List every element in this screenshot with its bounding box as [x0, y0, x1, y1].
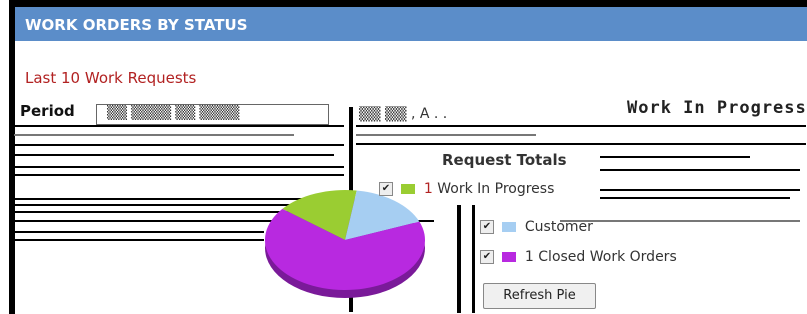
- render-artifact: [600, 156, 750, 158]
- divider-bar: [349, 107, 353, 312]
- window-frame-left: [9, 0, 15, 314]
- divider-bar: [457, 205, 461, 313]
- legend-item-customer[interactable]: ✔ Customer: [480, 219, 593, 235]
- render-artifact: [14, 204, 354, 206]
- render-artifact: [14, 125, 344, 127]
- render-artifact: [14, 174, 344, 176]
- checkbox-closed-work-orders[interactable]: ✔: [480, 250, 494, 264]
- render-artifact: [14, 220, 434, 222]
- render-artifact: [356, 125, 806, 127]
- period-select-value: ▒▒ ▒▒▒▒ ▒▒ ▒▒▒▒: [107, 106, 240, 121]
- render-artifact: [600, 197, 790, 199]
- legend-label: Customer: [524, 219, 593, 235]
- recent-requests-link[interactable]: Last 10 Work Requests: [25, 69, 196, 87]
- render-artifact: [560, 220, 800, 222]
- panel-title: WORK ORDERS BY STATUS: [25, 16, 248, 34]
- legend-swatch: [401, 184, 416, 194]
- status-chart-title: Work In Progress: [627, 98, 807, 118]
- legend-item-closed-work-orders[interactable]: ✔ 1 Closed Work Orders: [480, 249, 677, 265]
- status-filter-select[interactable]: ▒▒ ▒▒ , A . .: [359, 106, 499, 126]
- render-artifact: [14, 211, 354, 213]
- panel-header: WORK ORDERS BY STATUS: [15, 7, 807, 41]
- legend-swatch: [502, 222, 517, 232]
- legend-label: Closed Work Orders: [538, 249, 677, 265]
- period-label: Period: [20, 102, 75, 120]
- render-artifact: [14, 166, 344, 168]
- render-artifact: [14, 198, 354, 200]
- legend-swatch: [502, 252, 517, 262]
- render-artifact: [14, 134, 294, 136]
- render-artifact: [14, 144, 344, 146]
- render-artifact: [14, 239, 264, 241]
- legend-label: Work In Progress: [437, 181, 555, 197]
- render-artifact: [356, 143, 806, 145]
- pie-depth: [265, 198, 425, 298]
- render-artifact: [600, 189, 800, 191]
- divider-bar: [472, 205, 475, 313]
- refresh-pie-button[interactable]: Refresh Pie: [483, 283, 596, 309]
- period-select[interactable]: ▒▒ ▒▒▒▒ ▒▒ ▒▒▒▒: [96, 104, 329, 125]
- checkbox-customer[interactable]: ✔: [480, 220, 494, 234]
- legend-item-work-in-progress[interactable]: ✔ 1 Work In Progress: [379, 181, 554, 197]
- checkbox-work-in-progress[interactable]: ✔: [379, 182, 393, 196]
- legend-title: Request Totals: [442, 151, 567, 169]
- pie-slice: [345, 190, 420, 240]
- render-artifact: [14, 231, 264, 233]
- legend-count: 1: [423, 181, 433, 197]
- render-artifact: [600, 169, 800, 171]
- render-artifact: [356, 134, 536, 136]
- window-frame-top: [13, 0, 807, 7]
- legend-count: 1: [524, 249, 534, 265]
- render-artifact: [14, 154, 334, 156]
